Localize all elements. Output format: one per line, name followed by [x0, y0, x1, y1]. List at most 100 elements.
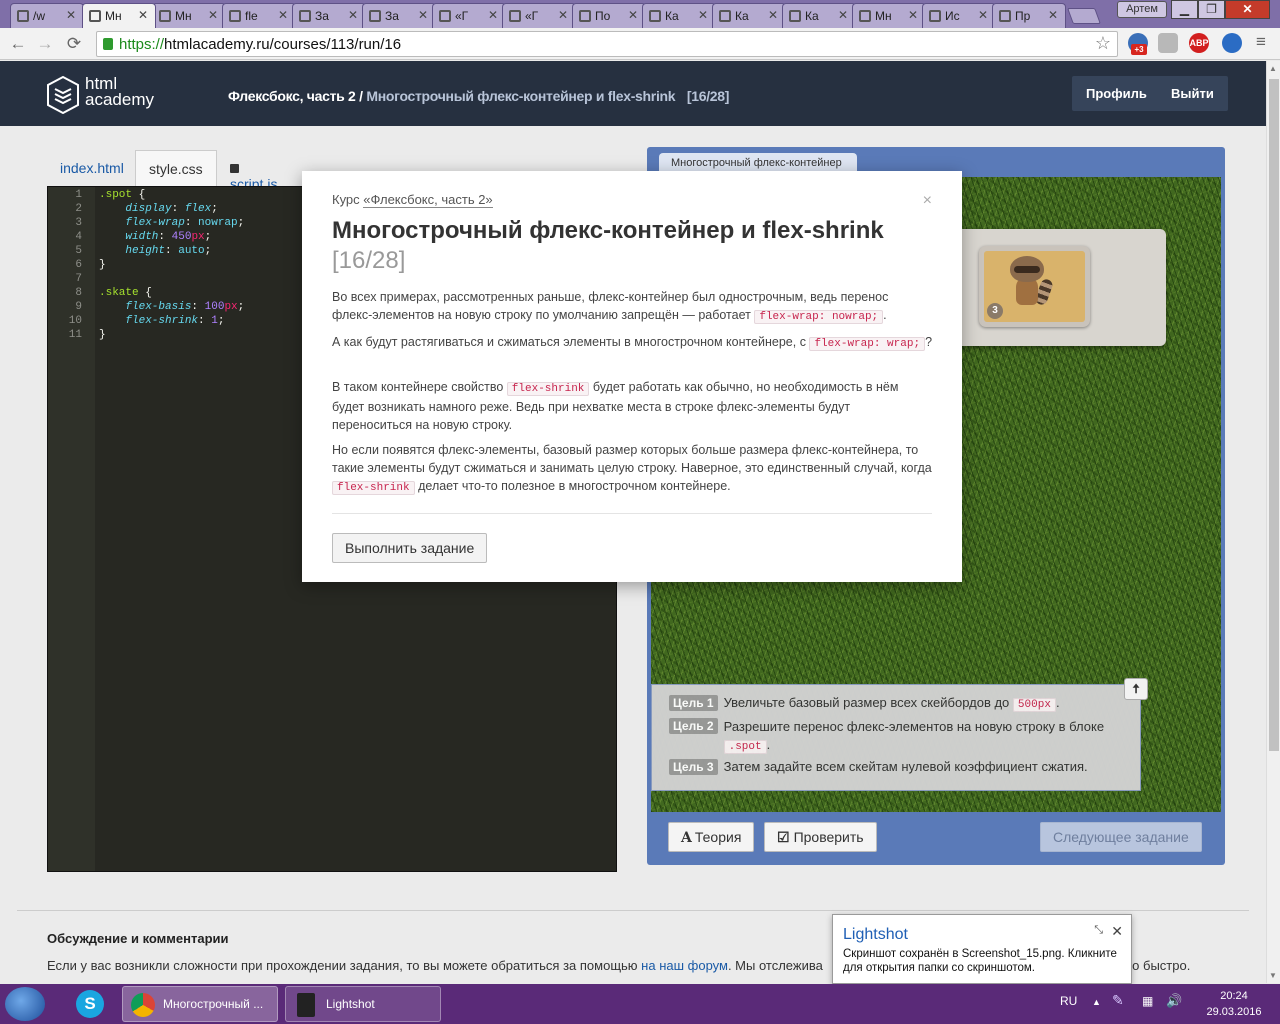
- tab-close-icon[interactable]: ✕: [628, 8, 638, 22]
- network-icon[interactable]: ▦: [1142, 994, 1153, 1008]
- window-minimize-button[interactable]: ▁: [1171, 0, 1198, 19]
- tab-close-icon[interactable]: ✕: [208, 8, 218, 22]
- course-link[interactable]: «Флексбокс, часть 2»: [363, 192, 493, 208]
- tab-close-icon[interactable]: ✕: [1048, 8, 1058, 22]
- logout-button[interactable]: Выйти: [1157, 76, 1228, 111]
- back-icon[interactable]: ←: [6, 32, 30, 56]
- check-button[interactable]: ☑ Проверить: [764, 822, 877, 852]
- forward-icon[interactable]: →: [33, 32, 57, 56]
- code-line[interactable]: }: [99, 329, 106, 341]
- code-line[interactable]: height: auto;: [99, 245, 211, 257]
- chrome-menu-icon[interactable]: ≡: [1249, 30, 1273, 54]
- browser-tab[interactable]: «Г ✕: [432, 3, 506, 28]
- goal-1: Цель 1 Увеличьте базовый размер всех скей…: [669, 695, 1060, 712]
- tab-close-icon[interactable]: ✕: [278, 8, 288, 22]
- scroll-down-icon[interactable]: ▼: [1269, 971, 1277, 980]
- language-indicator[interactable]: RU: [1060, 994, 1077, 1008]
- browser-tab-strip: Артем ▁ ❐ ✕ /w ✕ Мн ✕ Мн ✕ fle ✕ За ✕ За ✕ «Г ✕ «Г ✕ По ✕…: [0, 0, 1280, 28]
- forum-link[interactable]: на наш форум: [641, 958, 728, 973]
- code-line[interactable]: flex-basis: 100px;: [99, 301, 244, 313]
- htmlacademy-logo-icon[interactable]: [47, 76, 79, 114]
- skate-number: 3: [987, 303, 1003, 319]
- scrollbar-thumb[interactable]: [1269, 79, 1279, 751]
- discussion-title: Обсуждение и комментарии: [47, 931, 229, 946]
- next-task-button[interactable]: Следующее задание: [1040, 822, 1202, 852]
- pin-icon[interactable]: ⤡: [1094, 924, 1103, 937]
- goals-collapse-button[interactable]: 🠅: [1124, 678, 1148, 700]
- scroll-up-icon[interactable]: ▲: [1269, 64, 1277, 73]
- browser-tab[interactable]: Пр ✕: [992, 3, 1066, 28]
- browser-tab-label: Пр: [1015, 9, 1031, 23]
- new-tab-button[interactable]: [1067, 8, 1101, 24]
- taskbar-chrome[interactable]: Многострочный ...: [122, 986, 278, 1022]
- code-line[interactable]: flex-shrink: 1;: [99, 315, 224, 327]
- line-number: 3: [75, 217, 82, 229]
- chrome-user-button[interactable]: Артем: [1117, 1, 1167, 18]
- code-line[interactable]: .spot {: [99, 189, 145, 201]
- window-restore-button[interactable]: ❐: [1198, 0, 1225, 19]
- browser-tab[interactable]: За ✕: [292, 3, 366, 28]
- browser-tab[interactable]: Ка ✕: [782, 3, 856, 28]
- tab-script-js[interactable]: script.js: [217, 150, 290, 192]
- close-icon[interactable]: ✕: [1111, 923, 1123, 940]
- browser-tab[interactable]: Мн ✕: [152, 3, 226, 28]
- globe-extension-icon[interactable]: [1222, 33, 1242, 53]
- lightshot-tray-icon[interactable]: ✎: [1112, 992, 1124, 1009]
- browser-tab-label: Ка: [665, 9, 679, 23]
- browser-tab[interactable]: «Г ✕: [502, 3, 576, 28]
- browser-tab[interactable]: По ✕: [572, 3, 646, 28]
- start-button[interactable]: [5, 987, 45, 1021]
- breadcrumb-course[interactable]: Флексбокс, часть 2: [228, 88, 356, 104]
- code-line[interactable]: }: [99, 259, 106, 271]
- skype-icon[interactable]: S: [76, 990, 104, 1018]
- tab-close-icon[interactable]: ✕: [488, 8, 498, 22]
- toast-body[interactable]: Скриншот сохранён в Screenshot_15.png. К…: [843, 947, 1128, 975]
- tab-index-html[interactable]: index.html: [47, 150, 137, 187]
- extension-badge: +3: [1131, 44, 1147, 55]
- reload-icon[interactable]: ⟳: [62, 32, 86, 56]
- browser-tab[interactable]: За ✕: [362, 3, 436, 28]
- browser-tab[interactable]: fle ✕: [222, 3, 296, 28]
- modal-paragraph-4: Но если появятся флекс-элементы, базовый…: [332, 443, 932, 495]
- close-icon[interactable]: ×: [923, 192, 932, 210]
- code-line[interactable]: display: flex;: [99, 203, 217, 215]
- taskbar-lightshot[interactable]: Lightshot: [285, 986, 441, 1022]
- tab-close-icon[interactable]: ✕: [838, 8, 848, 22]
- browser-tab[interactable]: /w ✕: [10, 3, 84, 28]
- tray-expand-icon[interactable]: ▲: [1092, 997, 1101, 1007]
- shield-extension-icon[interactable]: [1158, 33, 1178, 53]
- page-scrollbar[interactable]: ▲ ▼: [1266, 61, 1280, 983]
- tab-close-icon[interactable]: ✕: [558, 8, 568, 22]
- theory-button[interactable]: A Теория: [668, 822, 755, 852]
- browser-toolbar: ← → ⟳ https://htmlacademy.ru/courses/113…: [0, 28, 1280, 60]
- window-close-button[interactable]: ✕: [1225, 0, 1270, 19]
- code-line[interactable]: .skate {: [99, 287, 152, 299]
- tab-close-icon[interactable]: ✕: [978, 8, 988, 22]
- address-bar[interactable]: https://htmlacademy.ru/courses/113/run/1…: [96, 31, 1118, 57]
- code-line[interactable]: flex-wrap: nowrap;: [99, 217, 244, 229]
- profile-button[interactable]: Профиль: [1072, 76, 1161, 111]
- tab-close-icon[interactable]: ✕: [66, 8, 76, 22]
- browser-tab[interactable]: Мн ✕: [852, 3, 926, 28]
- tab-close-icon[interactable]: ✕: [908, 8, 918, 22]
- bookmark-star-icon[interactable]: ☆: [1095, 33, 1111, 54]
- tab-close-icon[interactable]: ✕: [138, 8, 148, 22]
- lightshot-notification[interactable]: Lightshot ⤡ ✕ Скриншот сохранён в Screen…: [832, 914, 1132, 984]
- discussion-text-tail: но быстро.: [1125, 958, 1191, 973]
- tab-close-icon[interactable]: ✕: [348, 8, 358, 22]
- logo-text[interactable]: html academy: [85, 75, 154, 108]
- volume-icon[interactable]: 🔊: [1166, 993, 1182, 1009]
- tab-close-icon[interactable]: ✕: [698, 8, 708, 22]
- adblock-plus-icon[interactable]: ABP: [1189, 33, 1209, 53]
- browser-tab[interactable]: Мн ✕: [82, 3, 156, 28]
- browser-tab[interactable]: Ис ✕: [922, 3, 996, 28]
- browser-tab[interactable]: Ка ✕: [642, 3, 716, 28]
- browser-tab[interactable]: Ка ✕: [712, 3, 786, 28]
- tab-close-icon[interactable]: ✕: [418, 8, 428, 22]
- code-line[interactable]: width: 450px;: [99, 231, 211, 243]
- tab-style-css[interactable]: style.css: [135, 150, 217, 187]
- start-task-button[interactable]: Выполнить задание: [332, 533, 488, 563]
- tab-close-icon[interactable]: ✕: [768, 8, 778, 22]
- url-text[interactable]: https://htmlacademy.ru/courses/113/run/1…: [119, 36, 401, 53]
- clock[interactable]: 20:24 29.03.2016: [1196, 988, 1272, 1020]
